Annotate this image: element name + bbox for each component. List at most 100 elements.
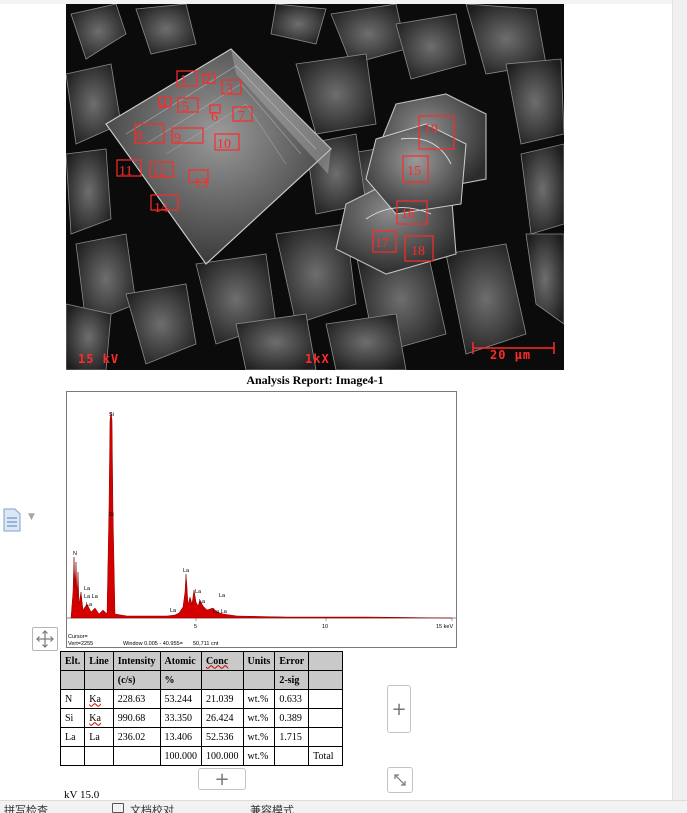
table-cell[interactable]: N xyxy=(59,689,86,709)
proofread-icon xyxy=(112,803,124,813)
status-bar: 拼写检查 文档校对 兼容模式 xyxy=(0,800,687,813)
table-cell[interactable] xyxy=(308,708,344,728)
region-label-12: 12 xyxy=(152,165,166,180)
region-label-10: 10 xyxy=(217,137,231,152)
compat-mode-status[interactable]: 兼容模式 xyxy=(250,802,294,813)
add-column-button[interactable]: + xyxy=(387,685,411,733)
peak-label-la-e: La xyxy=(195,589,202,595)
eds-spectrum[interactable]: Si Si N La La La La La La La La La La La… xyxy=(66,391,457,648)
table-cell[interactable] xyxy=(84,746,114,766)
region-label-19: 19 xyxy=(424,122,438,137)
plus-icon: + xyxy=(214,768,230,790)
region-label-13: 13 xyxy=(194,176,208,191)
region-label-1: 1 xyxy=(180,73,187,88)
sem-micrograph[interactable]: 1 2 3 4 5 6 7 8 9 10 11 12 13 14 15 16 1… xyxy=(66,4,564,370)
peak-label-la-a: La xyxy=(84,586,91,592)
table-total-row[interactable]: 100.000 100.000 wt.% Total xyxy=(59,746,344,766)
peak-label-la-i: La La xyxy=(213,609,228,615)
table-cell[interactable]: wt.% xyxy=(242,708,276,728)
table-cell[interactable]: La xyxy=(84,727,114,747)
window-readout: Window 0.005 - 40.955= xyxy=(123,641,183,647)
subheader-cell-error: 2-sig xyxy=(274,670,310,690)
region-label-5: 5 xyxy=(182,100,189,115)
region-label-7: 7 xyxy=(238,109,245,124)
table-cell[interactable]: 1.715 xyxy=(274,727,310,747)
table-row[interactable]: Si Ka 990.68 33.350 26.424 wt.% 0.389 xyxy=(59,708,344,728)
resize-diagonal-icon xyxy=(394,774,406,786)
report-title: Analysis Report: Image4-1 xyxy=(246,373,384,387)
table-resize-handle[interactable] xyxy=(387,767,413,793)
table-cell[interactable]: 0.633 xyxy=(274,689,310,709)
table-cell[interactable]: Ka xyxy=(84,689,114,709)
x-tick-5: 5 xyxy=(194,624,197,630)
table-cell[interactable]: 53.244 xyxy=(159,689,203,709)
x-tick-10: 10 xyxy=(322,624,328,630)
table-cell[interactable] xyxy=(274,746,310,766)
region-label-4: 4 xyxy=(160,97,167,112)
table-cell[interactable]: La xyxy=(59,727,86,747)
table-cell[interactable]: 0.389 xyxy=(274,708,310,728)
header-cell-line: Line xyxy=(84,651,114,671)
table-cell[interactable] xyxy=(308,727,344,747)
subheader-cell-intensity: (c/s) xyxy=(112,670,161,690)
peak-label-si-mid: Si xyxy=(109,512,114,518)
table-cell[interactable]: 21.039 xyxy=(201,689,244,709)
table-cell-total[interactable]: Total xyxy=(308,746,344,766)
subheader-cell xyxy=(242,670,276,690)
table-cell[interactable]: 100.000 xyxy=(159,746,203,766)
table-cell[interactable]: wt.% xyxy=(242,689,276,709)
table-move-handle[interactable] xyxy=(32,627,58,651)
results-table[interactable]: Elt. Line Intensity Atomic Conc Units Er… xyxy=(59,651,344,766)
peak-label-la-d: La xyxy=(183,568,190,574)
proofread-status[interactable]: 文档校对 xyxy=(130,802,174,813)
table-cell[interactable] xyxy=(112,746,161,766)
subheader-cell-atomic: % xyxy=(159,670,203,690)
region-markers: 1 2 3 4 5 6 7 8 9 10 11 12 13 14 15 16 1… xyxy=(116,70,555,354)
header-cell-units: Units xyxy=(242,651,276,671)
move-arrows-icon xyxy=(36,630,54,648)
cursor-readout: Cursor= xyxy=(68,634,88,640)
header-cell-conc: Conc xyxy=(201,651,244,671)
subheader-cell xyxy=(201,670,244,690)
table-cell[interactable]: wt.% xyxy=(242,746,276,766)
right-scroll-gutter[interactable] xyxy=(672,0,687,813)
region-label-3: 3 xyxy=(226,82,233,97)
region-label-9: 9 xyxy=(174,131,181,146)
kv-overlay-label: 15 kV xyxy=(78,352,120,366)
table-cell[interactable] xyxy=(308,689,344,709)
table-cell[interactable]: wt.% xyxy=(242,727,276,747)
table-cell[interactable]: 228.63 xyxy=(112,689,161,709)
table-cell[interactable]: Ka xyxy=(84,708,114,728)
header-cell-atomic: Atomic xyxy=(159,651,203,671)
table-cell[interactable]: Si xyxy=(59,708,86,728)
region-label-6: 6 xyxy=(211,110,218,125)
table-cell[interactable]: 13.406 xyxy=(159,727,203,747)
peak-label-si-top: Si xyxy=(109,412,114,418)
peak-label-la-b: La La xyxy=(84,594,99,600)
table-cell[interactable]: 52.536 xyxy=(201,727,244,747)
table-cell[interactable] xyxy=(59,746,86,766)
scale-bar-label: 20 μm xyxy=(490,348,532,362)
header-cell-elt: Elt. xyxy=(59,651,86,671)
region-label-2: 2 xyxy=(204,73,211,88)
document-icon[interactable] xyxy=(2,508,22,532)
peak-label-la-g: La xyxy=(199,599,206,605)
region-label-18: 18 xyxy=(411,244,425,259)
add-row-button[interactable]: + xyxy=(198,768,246,790)
region-label-8: 8 xyxy=(136,129,143,144)
table-cell[interactable]: 236.02 xyxy=(112,727,161,747)
peak-label-la-f: La xyxy=(219,593,226,599)
subheader-cell xyxy=(308,670,344,690)
header-cell-error: Error xyxy=(274,651,310,671)
peak-label-la-c: La xyxy=(86,602,93,608)
table-row[interactable]: N Ka 228.63 53.244 21.039 wt.% 0.633 xyxy=(59,689,344,709)
table-cell[interactable]: 26.424 xyxy=(201,708,244,728)
spell-check-status[interactable]: 拼写检查 xyxy=(4,802,48,813)
vert-readout: Vert=2255 xyxy=(68,641,93,647)
table-cell[interactable]: 990.68 xyxy=(112,708,161,728)
chevron-down-icon[interactable]: ▼ xyxy=(28,512,35,522)
plus-icon: + xyxy=(391,698,407,720)
table-cell[interactable]: 100.000 xyxy=(201,746,244,766)
table-cell[interactable]: 33.350 xyxy=(159,708,203,728)
table-row[interactable]: La La 236.02 13.406 52.536 wt.% 1.715 xyxy=(59,727,344,747)
